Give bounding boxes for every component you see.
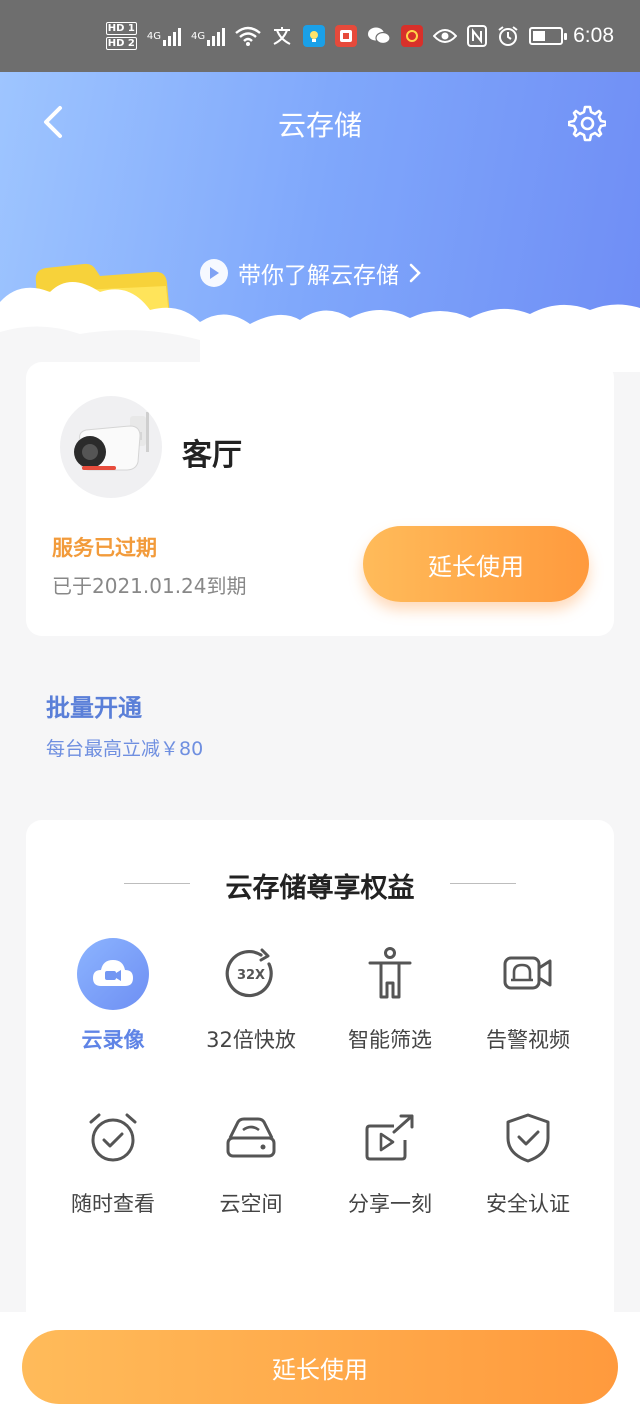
benefit-label: 智能筛选 bbox=[348, 1028, 432, 1052]
extend-button[interactable]: 延长使用 bbox=[363, 526, 589, 602]
benefit-alarm-video[interactable]: 告警视频 bbox=[458, 938, 598, 1054]
benefit-anytime-view[interactable]: 随时查看 bbox=[43, 1102, 183, 1218]
signal-icon: 4G bbox=[191, 24, 226, 48]
eye-icon bbox=[433, 24, 458, 48]
speed-32x-icon: 32X bbox=[215, 938, 287, 1010]
alarm-icon bbox=[497, 24, 519, 48]
hero-header: 云存储 带你了解云存储 bbox=[0, 72, 640, 372]
network-type-label: 4G bbox=[191, 30, 206, 42]
translate-icon bbox=[271, 24, 293, 48]
status-time: 6:08 bbox=[573, 24, 614, 47]
benefit-smart-filter[interactable]: 智能筛选 bbox=[320, 938, 460, 1054]
batch-title[interactable]: 批量开通 bbox=[46, 688, 142, 723]
gear-icon bbox=[567, 105, 608, 142]
benefit-label: 告警视频 bbox=[486, 1028, 570, 1052]
hd-bottom-label: HD 2 bbox=[105, 37, 137, 50]
cloud-video-icon bbox=[77, 938, 149, 1010]
bottom-extend-button[interactable]: 延长使用 bbox=[22, 1330, 618, 1404]
benefit-label: 随时查看 bbox=[71, 1192, 155, 1216]
camera-icon bbox=[74, 412, 149, 471]
benefit-label: 云录像 bbox=[81, 1028, 145, 1052]
network-type-label: 4G bbox=[146, 30, 161, 42]
benefits-card: 云存储尊享权益 云录像 32X 32倍快放 智能筛选 告警视频 随时查看 云空间… bbox=[26, 820, 614, 1340]
nfc-icon bbox=[467, 24, 488, 48]
wifi-icon bbox=[235, 24, 261, 48]
benefit-label: 32倍快放 bbox=[206, 1028, 296, 1052]
app-icon bbox=[335, 25, 358, 47]
cloud-disk-icon bbox=[215, 1102, 287, 1174]
battery-icon bbox=[529, 27, 568, 45]
benefit-share-moment[interactable]: 分享一刻 bbox=[320, 1102, 460, 1218]
wechat-icon bbox=[367, 24, 391, 48]
benefits-title: 云存储尊享权益 bbox=[225, 873, 415, 904]
hd-top-label: HD 1 bbox=[105, 22, 137, 35]
settings-button[interactable] bbox=[567, 104, 608, 142]
status-bar: HD 1 HD 2 4G 4G 6:08 bbox=[0, 0, 640, 72]
svg-text:32X: 32X bbox=[237, 968, 265, 983]
service-status: 服务已过期 bbox=[52, 536, 157, 560]
shield-check-icon bbox=[492, 1102, 564, 1174]
divider bbox=[450, 883, 516, 884]
benefit-label: 云空间 bbox=[219, 1192, 283, 1216]
app-icon bbox=[303, 25, 326, 47]
signal-icon: 4G bbox=[147, 24, 181, 48]
page-title: 云存储 bbox=[277, 109, 362, 142]
clock-check-icon bbox=[77, 1102, 149, 1174]
bottom-bar: 延长使用 bbox=[0, 1312, 640, 1422]
share-video-icon bbox=[354, 1102, 426, 1174]
benefit-cloud-space[interactable]: 云空间 bbox=[181, 1102, 321, 1218]
cloud-decoration bbox=[0, 282, 640, 372]
camera-thumbnail bbox=[60, 396, 162, 498]
person-filter-icon bbox=[354, 938, 426, 1010]
hd-icon: HD 1 HD 2 bbox=[105, 21, 137, 51]
device-name: 客厅 bbox=[182, 438, 242, 473]
device-card: 客厅 服务已过期 已于2021.01.24到期 延长使用 bbox=[26, 362, 614, 636]
app-icon bbox=[401, 25, 424, 47]
benefit-cloud-video[interactable]: 云录像 bbox=[43, 938, 183, 1054]
alarm-video-icon bbox=[492, 938, 564, 1010]
expire-date: 已于2021.01.24到期 bbox=[52, 574, 247, 598]
batch-subtitle: 每台最高立减￥80 bbox=[46, 738, 204, 760]
benefit-label: 分享一刻 bbox=[348, 1192, 432, 1216]
benefit-security-cert[interactable]: 安全认证 bbox=[458, 1102, 598, 1218]
benefit-label: 安全认证 bbox=[486, 1192, 570, 1216]
benefit-32x-speed[interactable]: 32X 32倍快放 bbox=[181, 938, 321, 1054]
